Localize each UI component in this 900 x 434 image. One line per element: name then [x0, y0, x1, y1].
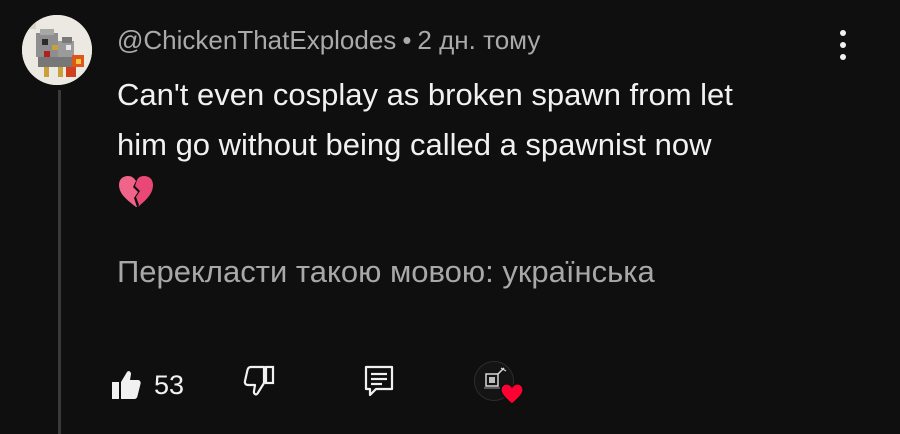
thread-line	[58, 90, 61, 434]
comment-body: Can't even cosplay as broken spawn from …	[117, 70, 857, 210]
like-count: 53	[154, 369, 185, 400]
author-handle[interactable]: @ChickenThatExplodes	[117, 25, 396, 55]
dislike-button[interactable]	[242, 364, 276, 403]
more-options-button[interactable]	[828, 26, 858, 64]
creator-heart[interactable]	[474, 361, 530, 409]
translate-link[interactable]: Перекласти такою мовою: українська	[117, 250, 655, 294]
comment-meta: @ChickenThatExplodes • 2 дн. тому	[117, 22, 540, 58]
more-vertical-icon	[840, 30, 846, 60]
broken-heart-icon	[119, 176, 153, 207]
creator-heart-icon	[500, 383, 524, 405]
meta-separator: •	[402, 25, 412, 55]
reply-button[interactable]	[362, 364, 396, 403]
chicken-avatar-icon	[22, 15, 92, 85]
thumbs-up-filled-icon	[112, 371, 141, 399]
comment-actions: 53	[110, 360, 550, 410]
thumbs-down-icon	[243, 365, 275, 396]
reply-comment-icon	[364, 365, 394, 397]
author-avatar[interactable]	[22, 15, 92, 85]
comment-timestamp[interactable]: 2 дн. тому	[417, 25, 540, 55]
comment-text: Can't even cosplay as broken spawn from …	[117, 77, 733, 162]
like-button[interactable]: 53	[110, 360, 184, 410]
